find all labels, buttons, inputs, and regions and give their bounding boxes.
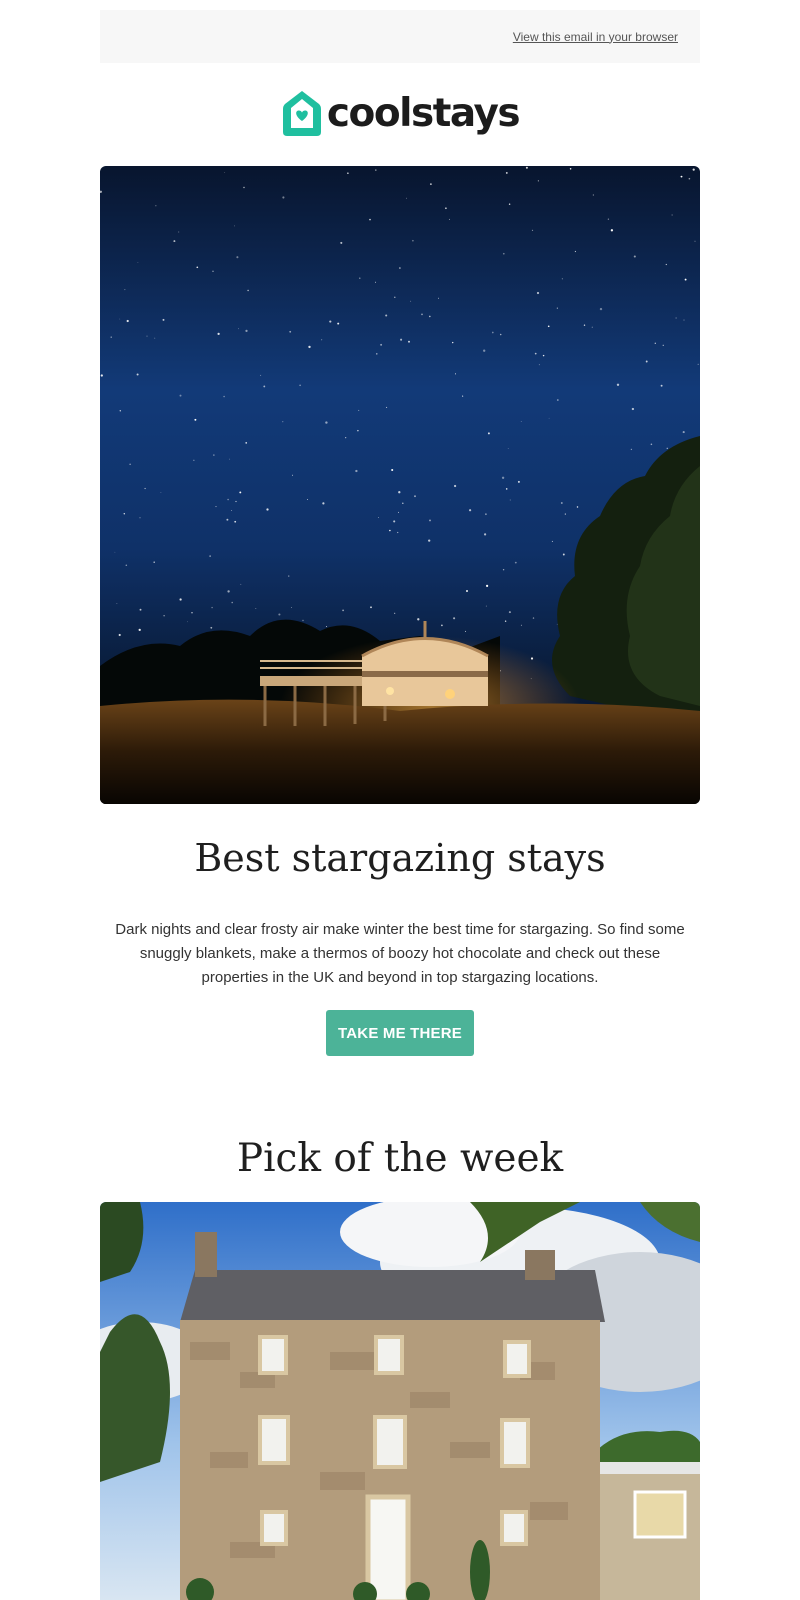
preheader-bar: View this email in your browser xyxy=(100,10,700,63)
pick-of-week-title: Pick of the week xyxy=(236,1136,564,1181)
house-heart-icon xyxy=(282,91,321,136)
main-headline: Best stargazing stays xyxy=(194,836,606,880)
brand-name: coolstays xyxy=(326,90,521,136)
take-me-there-button[interactable]: TAKE ME THERE xyxy=(326,1010,474,1056)
brand-logo[interactable]: coolstays xyxy=(100,84,700,142)
pick-of-week-image[interactable] xyxy=(100,1202,700,1600)
intro-paragraph: Dark nights and clear frosty air make wi… xyxy=(115,921,685,986)
hero-image[interactable] xyxy=(100,166,700,804)
view-in-browser-link[interactable]: View this email in your browser xyxy=(513,30,678,44)
